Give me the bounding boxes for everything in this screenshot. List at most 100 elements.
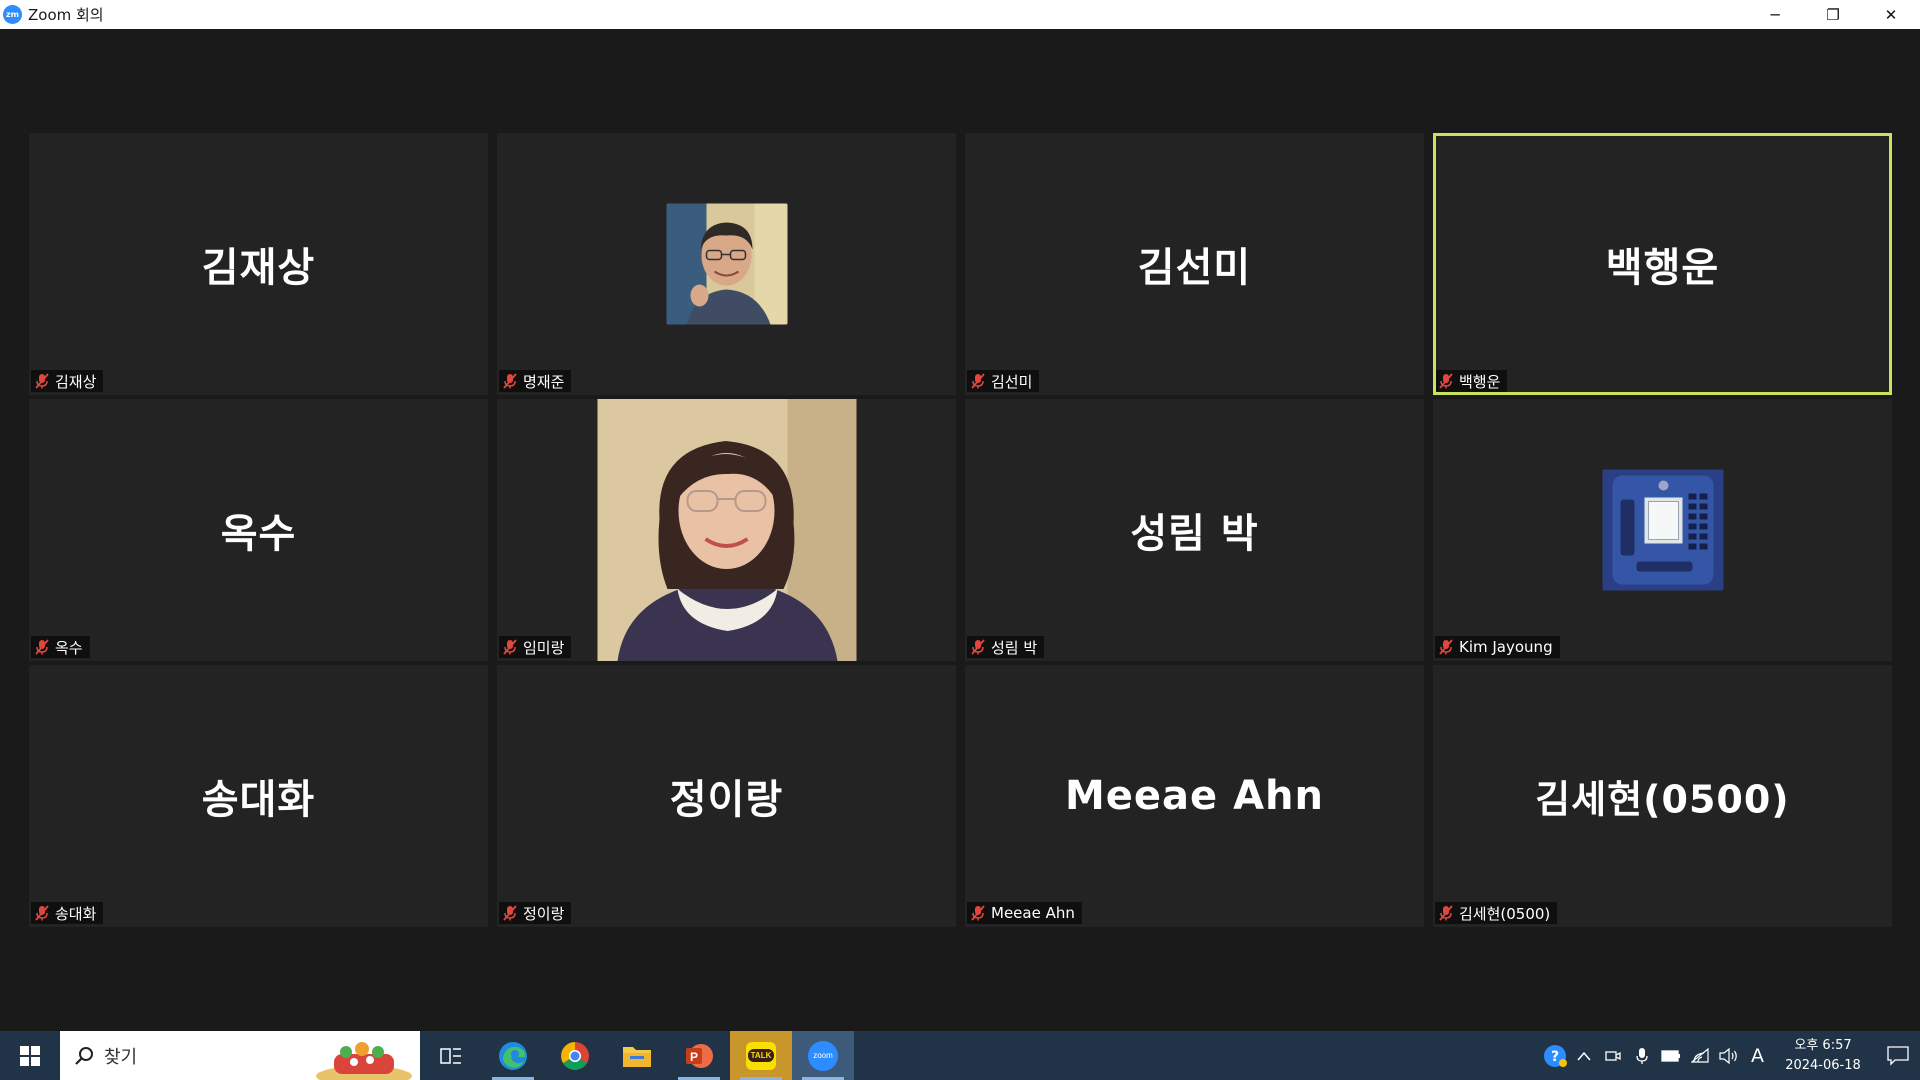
mic-muted-icon [35, 373, 49, 389]
participant-name-tag: Kim Jayoung [1435, 636, 1560, 658]
participant-name-tag: 송대화 [31, 902, 104, 924]
meeting-area: 김재상 김재상 명재준 김선미 김선미 백행운 백행운 옥수 옥수 임미랑 성림… [0, 29, 1920, 1031]
device-image [1602, 469, 1723, 591]
participant-name: 옥수 [55, 638, 83, 657]
zoom-icon: zoom [808, 1040, 838, 1071]
woman-portrait-image [597, 399, 856, 661]
mic-muted-icon [971, 905, 985, 921]
participant-tile[interactable]: 송대화 송대화 [29, 665, 488, 927]
participant-name: 정이랑 [523, 904, 565, 923]
taskbar-zoom[interactable]: zoom [792, 1031, 854, 1080]
taskbar-clock[interactable]: 오후 6:57 2024-06-18 [1778, 1036, 1868, 1076]
close-button[interactable]: ✕ [1862, 0, 1920, 29]
participant-name: 임미랑 [523, 638, 565, 657]
taskbar-powerpoint[interactable]: P [668, 1031, 730, 1080]
chevron-up-icon [1576, 1051, 1591, 1060]
clock-date: 2024-06-18 [1785, 1057, 1861, 1073]
mic-muted-icon [1439, 905, 1453, 921]
participant-name-tag: 김세현(0500) [1435, 902, 1558, 924]
participant-display-name: 김재상 [201, 245, 316, 291]
window-title: Zoom 회의 [28, 6, 104, 24]
participant-tile[interactable]: 김선미 김선미 [965, 133, 1424, 395]
task-view-button[interactable] [420, 1031, 482, 1080]
mic-muted-icon [1439, 373, 1453, 389]
powerpoint-icon: P [686, 1043, 713, 1068]
participant-tile[interactable]: 명재준 [497, 133, 956, 395]
participant-name: 김재상 [55, 372, 97, 391]
system-tray: ? A 오후 6:57 2024-06-18 [1540, 1031, 1920, 1080]
tray-meet-now[interactable] [1598, 1031, 1627, 1080]
participant-name: 김선미 [991, 372, 1033, 391]
participant-name-tag: 정이랑 [499, 902, 572, 924]
action-center-button[interactable] [1876, 1031, 1920, 1080]
start-button[interactable] [0, 1031, 60, 1080]
participant-name: Kim Jayoung [1459, 638, 1553, 656]
participant-tile[interactable]: 김재상 김재상 [29, 133, 488, 395]
participant-display-name: 성림 박 [1130, 511, 1259, 557]
windows-taskbar: 찾기 P TALK zoom ? A 오후 6:57 2024-06-18 [0, 1031, 1920, 1080]
window-title-bar: zm Zoom 회의 ─ ❐ ✕ [0, 0, 1920, 29]
participant-name-tag: 임미랑 [499, 636, 572, 658]
mic-muted-icon [503, 905, 517, 921]
tray-microphone[interactable] [1627, 1031, 1656, 1080]
mic-muted-icon [971, 373, 985, 389]
participant-name: 김세현(0500) [1459, 904, 1551, 923]
notification-icon [1887, 1045, 1909, 1066]
participant-tile[interactable]: Meeae Ahn Meeae Ahn [965, 665, 1424, 927]
participant-display-name: 김선미 [1137, 245, 1252, 291]
man-portrait-image [666, 203, 787, 325]
window-controls: ─ ❐ ✕ [1746, 0, 1920, 29]
participant-tile[interactable]: 옥수 옥수 [29, 399, 488, 661]
participant-tile[interactable]: 김세현(0500) 김세현(0500) [1433, 665, 1892, 927]
speaker-volume-icon [1718, 1047, 1737, 1064]
task-view-icon [440, 1047, 461, 1064]
search-icon [75, 1046, 93, 1065]
tray-battery[interactable] [1656, 1031, 1685, 1080]
mic-muted-icon [503, 373, 517, 389]
participant-tile[interactable]: 정이랑 정이랑 [497, 665, 956, 927]
taskbar-edge[interactable] [482, 1031, 544, 1080]
tray-network[interactable] [1685, 1031, 1714, 1080]
taskbar-kakaotalk[interactable]: TALK [730, 1031, 792, 1080]
participant-name-tag: 김선미 [967, 370, 1040, 392]
gallery-grid: 김재상 김재상 명재준 김선미 김선미 백행운 백행운 옥수 옥수 임미랑 성림… [29, 133, 1892, 957]
participant-photo-avatar [1602, 469, 1723, 591]
mic-muted-icon [1439, 639, 1453, 655]
folder-icon [623, 1046, 651, 1067]
participant-name-tag: 김재상 [31, 370, 104, 392]
microphone-icon [1635, 1047, 1648, 1064]
help-question-icon: ? [1543, 1044, 1567, 1067]
tray-ime-indicator[interactable]: A [1743, 1031, 1772, 1080]
participant-photo-avatar [597, 399, 856, 661]
participant-display-name: 정이랑 [669, 777, 784, 823]
participant-tile-active-speaker[interactable]: 백행운 백행운 [1433, 133, 1892, 395]
participant-display-name: 옥수 [220, 511, 297, 557]
edge-browser-icon [499, 1041, 527, 1070]
participant-name-tag: 성림 박 [967, 636, 1045, 658]
windows-logo-icon [20, 1045, 40, 1066]
participant-tile[interactable]: 임미랑 [497, 399, 956, 661]
participant-photo-avatar [666, 203, 787, 325]
battery-icon [1660, 1049, 1680, 1062]
tray-volume[interactable] [1714, 1031, 1743, 1080]
tray-overflow[interactable] [1569, 1031, 1598, 1080]
restore-button[interactable]: ❐ [1804, 0, 1862, 29]
clock-time: 오후 6:57 [1794, 1037, 1852, 1053]
taskbar-chrome[interactable] [544, 1031, 606, 1080]
participant-display-name: 백행운 [1605, 245, 1720, 291]
wifi-icon [1690, 1047, 1709, 1063]
minimize-button[interactable]: ─ [1746, 0, 1804, 29]
participant-display-name: 송대화 [201, 777, 316, 823]
participant-name: 명재준 [523, 372, 565, 391]
mic-muted-icon [503, 639, 517, 655]
search-highlight-illustration-icon [316, 1042, 412, 1080]
participant-tile[interactable]: 성림 박 성림 박 [965, 399, 1424, 661]
taskbar-search-box[interactable]: 찾기 [60, 1031, 420, 1080]
participant-name-tag: Meeae Ahn [967, 902, 1082, 924]
taskbar-file-explorer[interactable] [606, 1031, 668, 1080]
participant-tile[interactable]: Kim Jayoung [1433, 399, 1892, 661]
tray-help[interactable]: ? [1540, 1031, 1569, 1080]
participant-name: 송대화 [55, 904, 97, 923]
participant-name-tag: 옥수 [31, 636, 90, 658]
participant-name: 백행운 [1459, 372, 1501, 391]
